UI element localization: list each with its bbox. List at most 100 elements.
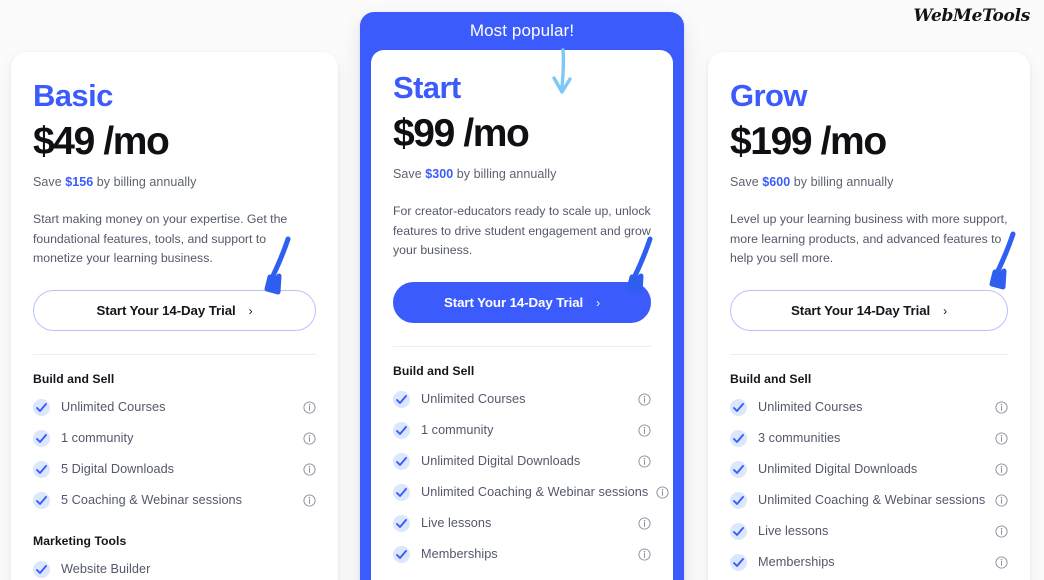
- check-icon: [33, 460, 50, 478]
- chevron-right-icon: ›: [248, 303, 253, 318]
- feature-label: Unlimited Courses: [758, 400, 863, 415]
- check-icon: [730, 398, 747, 416]
- feature-row: Unlimited Digital Downloads: [393, 446, 651, 477]
- check-icon: [730, 429, 747, 447]
- save-line-start: Save $300 by billing annually: [393, 167, 651, 181]
- info-icon[interactable]: [638, 424, 651, 437]
- start-trial-button-basic[interactable]: Start Your 14-Day Trial ›: [33, 289, 316, 331]
- feature-label: 5 Coaching & Webinar sessions: [61, 493, 243, 508]
- price-period: /mo: [820, 119, 888, 163]
- plan-description-start: For creator-educators ready to scale up,…: [393, 204, 651, 257]
- most-popular-banner: Most popular!: [469, 21, 575, 40]
- check-icon: [393, 514, 410, 532]
- save-amount: $300: [425, 167, 454, 182]
- check-icon: [393, 545, 410, 563]
- feature-label: Memberships: [421, 547, 498, 562]
- pricing-card-start: Start $99 /mo Save $300 by billing annua…: [371, 50, 673, 580]
- feature-label: Live lessons: [421, 516, 492, 531]
- info-icon[interactable]: [303, 401, 316, 414]
- plan-description-basic: Start making money on your expertise. Ge…: [33, 212, 288, 265]
- feature-row: 1 community: [33, 423, 316, 454]
- cta-label: Start Your 14-Day Trial: [443, 294, 584, 310]
- info-icon[interactable]: [303, 463, 316, 476]
- info-icon[interactable]: [638, 393, 651, 406]
- feature-label: 1 community: [61, 431, 134, 446]
- info-icon[interactable]: [995, 494, 1008, 507]
- feature-label: 5 Digital Downloads: [61, 462, 175, 477]
- check-icon: [730, 553, 747, 571]
- check-icon: [33, 560, 50, 578]
- card-header-grow: Grow $199 /mo Save $600 by billing annua…: [708, 52, 1030, 355]
- features-list-basic: Build and Sell Unlimited Courses 1 communi…: [11, 355, 338, 580]
- plan-price-start: $99 /mo: [393, 113, 651, 155]
- feature-label: Live lessons: [758, 524, 829, 539]
- feature-row: Live lessons: [730, 516, 1008, 547]
- card-header-basic: Basic $49 /mo Save $156 by billing annua…: [11, 52, 338, 355]
- info-icon[interactable]: [995, 463, 1008, 476]
- info-icon[interactable]: [995, 556, 1008, 569]
- chevron-right-icon: ›: [596, 295, 600, 310]
- save-prefix: Save: [33, 175, 66, 190]
- popular-wrapper-start: Most popular! Start $99 /mo Save $300 by…: [360, 12, 684, 580]
- plan-name-grow: Grow: [730, 78, 807, 113]
- plan-price-grow: $199 /mo: [730, 119, 1008, 163]
- feature-label: Unlimited Courses: [61, 400, 166, 415]
- info-icon[interactable]: [303, 432, 316, 445]
- check-icon: [393, 390, 410, 408]
- feature-row: 5 Digital Downloads: [33, 454, 316, 485]
- save-suffix: by billing annually: [453, 167, 557, 182]
- check-icon: [33, 491, 50, 509]
- features-list-start: Build and Sell Unlimited Courses 1 communi…: [371, 347, 673, 570]
- info-icon[interactable]: [638, 548, 651, 561]
- check-icon: [730, 460, 747, 478]
- price-amount: $199: [730, 119, 813, 163]
- info-icon[interactable]: [638, 455, 651, 468]
- feature-label: Website Builder: [61, 562, 151, 577]
- feature-label: Unlimited Digital Downloads: [758, 462, 918, 477]
- price-period: /mo: [103, 119, 170, 163]
- save-prefix: Save: [730, 175, 763, 190]
- brand-logo: WebMeTools: [913, 6, 1031, 26]
- info-icon[interactable]: [995, 401, 1008, 414]
- feature-group: Marketing Tools Website Builder: [33, 534, 316, 580]
- feature-row: Unlimited Courses: [33, 392, 316, 423]
- check-icon: [393, 421, 410, 439]
- feature-row: Memberships: [730, 547, 1008, 578]
- start-trial-button-grow[interactable]: Start Your 14-Day Trial ›: [730, 289, 1008, 331]
- feature-group: Build and Sell Unlimited Courses 1 communi…: [393, 363, 669, 570]
- check-icon: [730, 522, 747, 540]
- start-trial-button-start[interactable]: Start Your 14-Day Trial ›: [393, 281, 651, 323]
- feature-group-title: Marketing Tools: [33, 533, 127, 548]
- feature-group-title: Build and Sell: [393, 363, 475, 378]
- check-icon: [730, 491, 747, 509]
- price-amount: $49: [33, 119, 95, 163]
- info-icon[interactable]: [638, 517, 651, 530]
- feature-group-title: Build and Sell: [730, 371, 812, 386]
- info-icon[interactable]: [995, 432, 1008, 445]
- cta-label: Start Your 14-Day Trial: [790, 302, 931, 318]
- save-suffix: by billing annually: [93, 175, 197, 190]
- check-icon: [33, 398, 50, 416]
- feature-row: Unlimited Courses: [393, 384, 651, 415]
- chevron-right-icon: ›: [943, 303, 947, 318]
- save-line-basic: Save $156 by billing annually: [33, 175, 316, 189]
- feature-row: Website Builder: [33, 554, 316, 580]
- save-amount: $600: [762, 175, 791, 190]
- plan-description-grow: Level up your learning business with mor…: [730, 212, 1008, 265]
- pricing-cards-container: Basic $49 /mo Save $156 by billing annua…: [0, 0, 1044, 580]
- feature-label: Unlimited Coaching & Webinar sessions: [758, 493, 986, 508]
- feature-row: 5 Coaching & Webinar sessions: [33, 485, 316, 516]
- feature-row: Live lessons: [393, 508, 651, 539]
- check-icon: [393, 483, 410, 501]
- plan-price-basic: $49 /mo: [33, 119, 316, 163]
- save-line-grow: Save $600 by billing annually: [730, 175, 1008, 189]
- feature-row: Unlimited Digital Downloads: [730, 454, 1008, 485]
- card-header-start: Start $99 /mo Save $300 by billing annua…: [371, 50, 673, 347]
- feature-group: Build and Sell Unlimited Courses 1 communi…: [33, 372, 316, 516]
- check-icon: [33, 429, 50, 447]
- feature-row: Unlimited Coaching & Webinar sessions: [730, 485, 1008, 516]
- cta-label: Start Your 14-Day Trial: [96, 302, 236, 318]
- info-icon[interactable]: [995, 525, 1008, 538]
- info-icon[interactable]: [656, 486, 669, 499]
- info-icon[interactable]: [303, 494, 316, 507]
